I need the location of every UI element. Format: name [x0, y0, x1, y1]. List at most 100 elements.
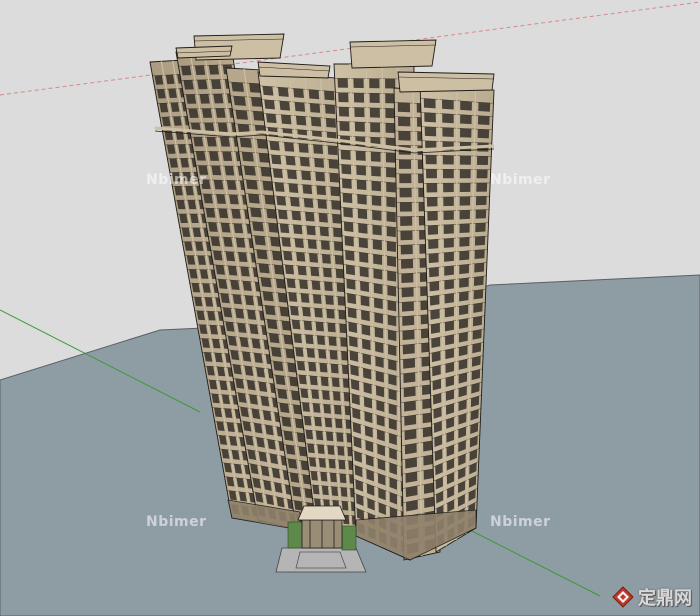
- window: [269, 140, 280, 151]
- window: [429, 295, 440, 306]
- window: [318, 213, 328, 223]
- window: [287, 169, 297, 180]
- window: [459, 196, 471, 206]
- window: [326, 431, 334, 442]
- window: [338, 459, 346, 470]
- window: [315, 171, 326, 182]
- window: [375, 341, 384, 354]
- window: [442, 155, 454, 165]
- window: [344, 235, 354, 247]
- window: [442, 99, 454, 110]
- window: [285, 444, 296, 455]
- window: [208, 222, 218, 232]
- window: [326, 309, 335, 319]
- window: [312, 484, 320, 495]
- window: [220, 222, 231, 233]
- window: [218, 208, 229, 219]
- window: [403, 400, 416, 412]
- window: [443, 183, 454, 193]
- window: [293, 500, 304, 511]
- window: [274, 182, 285, 192]
- window: [360, 281, 370, 292]
- window: [361, 310, 370, 322]
- window: [293, 224, 303, 235]
- window: [341, 178, 352, 189]
- window: [285, 155, 296, 166]
- window: [284, 264, 295, 275]
- window: [197, 79, 208, 90]
- window: [320, 376, 329, 387]
- window: [401, 287, 414, 298]
- window: [306, 225, 316, 236]
- window: [431, 351, 441, 363]
- window: [405, 457, 417, 469]
- window: [188, 108, 199, 118]
- window: [217, 122, 228, 133]
- window: [385, 152, 396, 163]
- window: [323, 404, 331, 414]
- window: [335, 268, 345, 279]
- window: [386, 211, 396, 223]
- window: [293, 333, 303, 344]
- window: [323, 267, 332, 278]
- window: [256, 249, 268, 260]
- window: [342, 192, 353, 204]
- window: [215, 108, 226, 118]
- window: [231, 82, 245, 92]
- window: [341, 164, 352, 175]
- window: [310, 116, 322, 127]
- window: [442, 169, 454, 179]
- window: [459, 183, 471, 192]
- window: [443, 196, 454, 207]
- window: [459, 223, 470, 234]
- window: [357, 194, 367, 205]
- window: [305, 334, 314, 345]
- window: [427, 225, 439, 235]
- window: [223, 237, 233, 247]
- window: [370, 151, 381, 162]
- window: [476, 182, 488, 192]
- window: [443, 224, 454, 234]
- window: [297, 265, 307, 276]
- window: [370, 122, 381, 133]
- window: [247, 309, 257, 320]
- model-viewport[interactable]: Nbimer Nbimer Nbimer Nbimer 定鼎网: [0, 0, 700, 616]
- window: [475, 209, 487, 219]
- window: [477, 129, 490, 139]
- window: [472, 329, 482, 340]
- window: [347, 293, 357, 305]
- window: [319, 362, 328, 373]
- window: [404, 429, 417, 441]
- window: [216, 194, 226, 204]
- window: [398, 159, 412, 169]
- window: [310, 471, 318, 481]
- window: [474, 236, 486, 246]
- window: [289, 472, 300, 483]
- window: [339, 121, 350, 132]
- window: [281, 416, 292, 428]
- window: [260, 277, 272, 288]
- window: [293, 88, 304, 99]
- window: [312, 403, 321, 413]
- window: [338, 106, 350, 117]
- window: [230, 280, 240, 290]
- window: [276, 196, 287, 206]
- window: [459, 291, 469, 302]
- window: [271, 154, 282, 165]
- window: [314, 158, 325, 168]
- window: [459, 210, 470, 220]
- window: [333, 241, 343, 252]
- window: [233, 223, 244, 234]
- window: [300, 388, 309, 399]
- window: [299, 279, 309, 290]
- window: [475, 222, 486, 233]
- window: [317, 199, 327, 209]
- window: [474, 249, 485, 260]
- window: [430, 309, 440, 320]
- window: [291, 210, 302, 221]
- window: [317, 444, 325, 454]
- window: [369, 78, 380, 89]
- window: [279, 402, 290, 414]
- window: [386, 182, 396, 193]
- window: [311, 280, 321, 291]
